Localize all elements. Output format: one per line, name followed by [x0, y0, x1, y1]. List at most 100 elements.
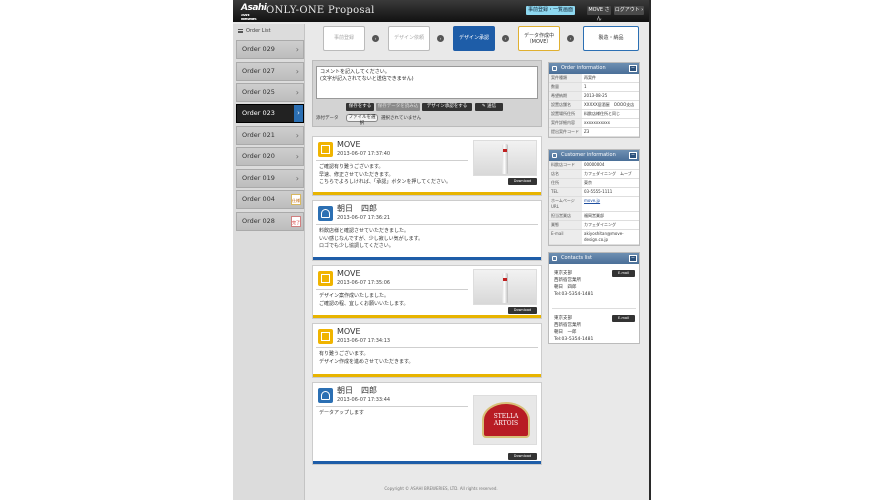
- collapse-icon[interactable]: −: [629, 255, 637, 262]
- choose-file-button[interactable]: ファイルを選択: [346, 114, 378, 126]
- message-author: 朝日 四郎: [337, 386, 377, 395]
- customer-information-header: Customer information −: [549, 150, 639, 161]
- message-accent-bar: [313, 461, 541, 464]
- contact-item: 東京支部 西新宿営業所 朝日 四郎 Tel:03-5354-1481 E-mai…: [552, 268, 636, 309]
- divider: [316, 224, 538, 225]
- contacts-list-title: Contacts list: [561, 255, 592, 261]
- contact-item: 東京支部 西新宿営業所 朝日 一郎 Tel:03-5354-1481 E-mai…: [552, 313, 636, 354]
- message-time: 2013-06-07 17:34:13: [337, 338, 391, 344]
- contact-name: 朝日 一郎: [554, 330, 577, 335]
- sidebar-item-order-023[interactable]: Order 023 ›: [236, 104, 304, 123]
- contact-tel: Tel:03-5354-1481: [554, 292, 594, 297]
- divider: [316, 406, 468, 407]
- email-button[interactable]: E-mail: [612, 270, 635, 277]
- divider: [316, 160, 468, 161]
- info-key: 数量: [549, 83, 582, 91]
- download-button[interactable]: Download: [508, 307, 537, 314]
- sidebar-item-order-025[interactable]: Order 025 ›: [236, 83, 304, 102]
- comment-placeholder-line2: (文字が記入されてないと送信できません): [320, 76, 414, 82]
- sidebar-item-order-020[interactable]: Order 020 ›: [236, 147, 304, 166]
- info-key: 店名: [549, 170, 582, 178]
- attachment-thumbnail[interactable]: [473, 269, 537, 305]
- contact-name: 朝日 四郎: [554, 285, 577, 290]
- contact-office: 西新宿営業所: [554, 323, 581, 328]
- send-button[interactable]: ✎ 送信: [475, 103, 503, 111]
- message-time: 2013-06-07 17:35:06: [337, 280, 391, 286]
- info-key: 案件詳細内容: [549, 119, 582, 127]
- proposals-list-button[interactable]: 事前登録・一覧画面: [526, 6, 575, 15]
- chevron-right-icon: ›: [295, 67, 299, 76]
- chevron-right-icon: ›: [295, 45, 299, 54]
- info-row: 業態 カフェダイニング: [549, 221, 639, 230]
- attachment-thumbnail[interactable]: STELLA ARTOIS: [473, 395, 537, 445]
- info-row: 担当営業店 福岡営業部: [549, 212, 639, 221]
- info-row: 料飲店コード 00000004: [549, 161, 639, 170]
- divider: [316, 289, 468, 290]
- info-row: E-mail akiyoshitan@move-design.co.jp: [549, 230, 639, 245]
- message-time: 2013-06-07 17:37:40: [337, 151, 391, 157]
- customer-information-title: Customer information: [561, 152, 616, 158]
- load-saved-button[interactable]: 保存データを読み込む: [376, 103, 420, 117]
- message-time: 2013-06-07 17:36:21: [337, 215, 391, 221]
- sidebar-item-order-029[interactable]: Order 029 ›: [236, 40, 304, 59]
- sidebar-item-label: Order 021: [242, 131, 275, 139]
- sidebar-item-order-019[interactable]: Order 019 ›: [236, 169, 304, 188]
- download-button[interactable]: Download: [508, 453, 537, 460]
- sidebar-item-order-004[interactable]: Order 004 仕様: [236, 190, 304, 209]
- customer-information-panel: Customer information − 料飲店コード 00000004 店名…: [548, 149, 640, 246]
- attachment-thumbnail[interactable]: [473, 140, 537, 176]
- download-button[interactable]: Download: [508, 178, 537, 185]
- info-row: 数量 1: [549, 83, 639, 92]
- logout-button[interactable]: ログアウト ›: [614, 6, 644, 15]
- user-button[interactable]: MOVE さん: [587, 6, 611, 22]
- comment-textarea[interactable]: コメントを記入してください。 (文字が記入されてないと送信できません): [316, 66, 538, 99]
- app-window: Asahi ASAHI BREWERIES ONLY-ONE Proposal 事…: [233, 0, 649, 500]
- info-value: 福岡営業部: [584, 213, 604, 218]
- sidebar-item-order-028[interactable]: Order 028 完了: [236, 212, 304, 231]
- message-body: データアップします: [319, 410, 365, 416]
- step-manufacture-delivery: 製造・納品: [583, 26, 639, 51]
- approve-design-button[interactable]: デザイン承認をする: [422, 103, 472, 111]
- status-badge: 完了: [291, 216, 301, 227]
- message-accent-bar: [313, 374, 541, 377]
- order-list-title: Order List: [233, 26, 304, 36]
- info-value: 1: [584, 84, 587, 89]
- info-value: 再案件: [584, 75, 596, 80]
- step-arrow-icon: ›: [372, 35, 379, 42]
- comment-placeholder-line1: コメントを記入してください。: [320, 69, 390, 75]
- info-row: 設置場所住所 料飲店様住所と同じ: [549, 110, 639, 119]
- message-author: MOVE: [337, 140, 361, 149]
- collapse-icon[interactable]: −: [629, 65, 637, 72]
- sidebar-item-order-027[interactable]: Order 027 ›: [236, 62, 304, 81]
- info-value: 00000004: [584, 162, 605, 167]
- sign-text-line2: ARTOIS: [493, 420, 519, 427]
- sidebar-item-order-021[interactable]: Order 021 ›: [236, 126, 304, 145]
- info-key: 業態: [549, 221, 582, 229]
- contacts-list-header: Contacts list −: [549, 253, 639, 264]
- order-information-header: Order information −: [549, 63, 639, 74]
- info-value: カフェダイニング ムーブ: [584, 171, 632, 176]
- step-data-creation: データ作成中 （MOVE）: [518, 26, 560, 51]
- info-row: TEL 03-5555-1111: [549, 188, 639, 197]
- step-data-creation-line2: （MOVE）: [526, 39, 552, 45]
- info-key: ホームページURL: [549, 197, 582, 211]
- save-button[interactable]: 保存をする: [346, 103, 374, 111]
- message-accent-bar: [313, 192, 541, 195]
- step-pre-registration: 事前登録: [323, 26, 365, 51]
- info-row: 住所 東京: [549, 179, 639, 188]
- info-value: 料飲店様住所と同じ: [584, 111, 620, 116]
- message-body: デザイン案作成いたしました。 ご確認の程、宜しくお願いいたします。: [319, 293, 409, 307]
- info-row: ホームページURL move.jp: [549, 197, 639, 212]
- message-accent-bar: [313, 315, 541, 318]
- message-card: MOVE 2013-06-07 17:37:40 ご確認有り難うございます。 早…: [312, 136, 542, 196]
- info-value: xxxxxxxxxxx: [584, 120, 611, 125]
- page-edge: [649, 0, 651, 500]
- message-body: ご確認有り難うございます。 早速、修正させていただきます。 こちらでよろしければ…: [319, 164, 452, 185]
- info-row: 提出案件コード Z3: [549, 128, 639, 137]
- info-row: 設置店舗名 XXXXX居酒屋 OOOO支店: [549, 101, 639, 110]
- homepage-link[interactable]: move.jp: [582, 197, 639, 211]
- chevron-right-icon: ›: [295, 131, 299, 140]
- collapse-icon[interactable]: −: [629, 152, 637, 159]
- message-card: 朝日 四郎 2013-06-07 17:36:21 料飲店様と確認させていただき…: [312, 200, 542, 261]
- email-button[interactable]: E-mail: [612, 315, 635, 322]
